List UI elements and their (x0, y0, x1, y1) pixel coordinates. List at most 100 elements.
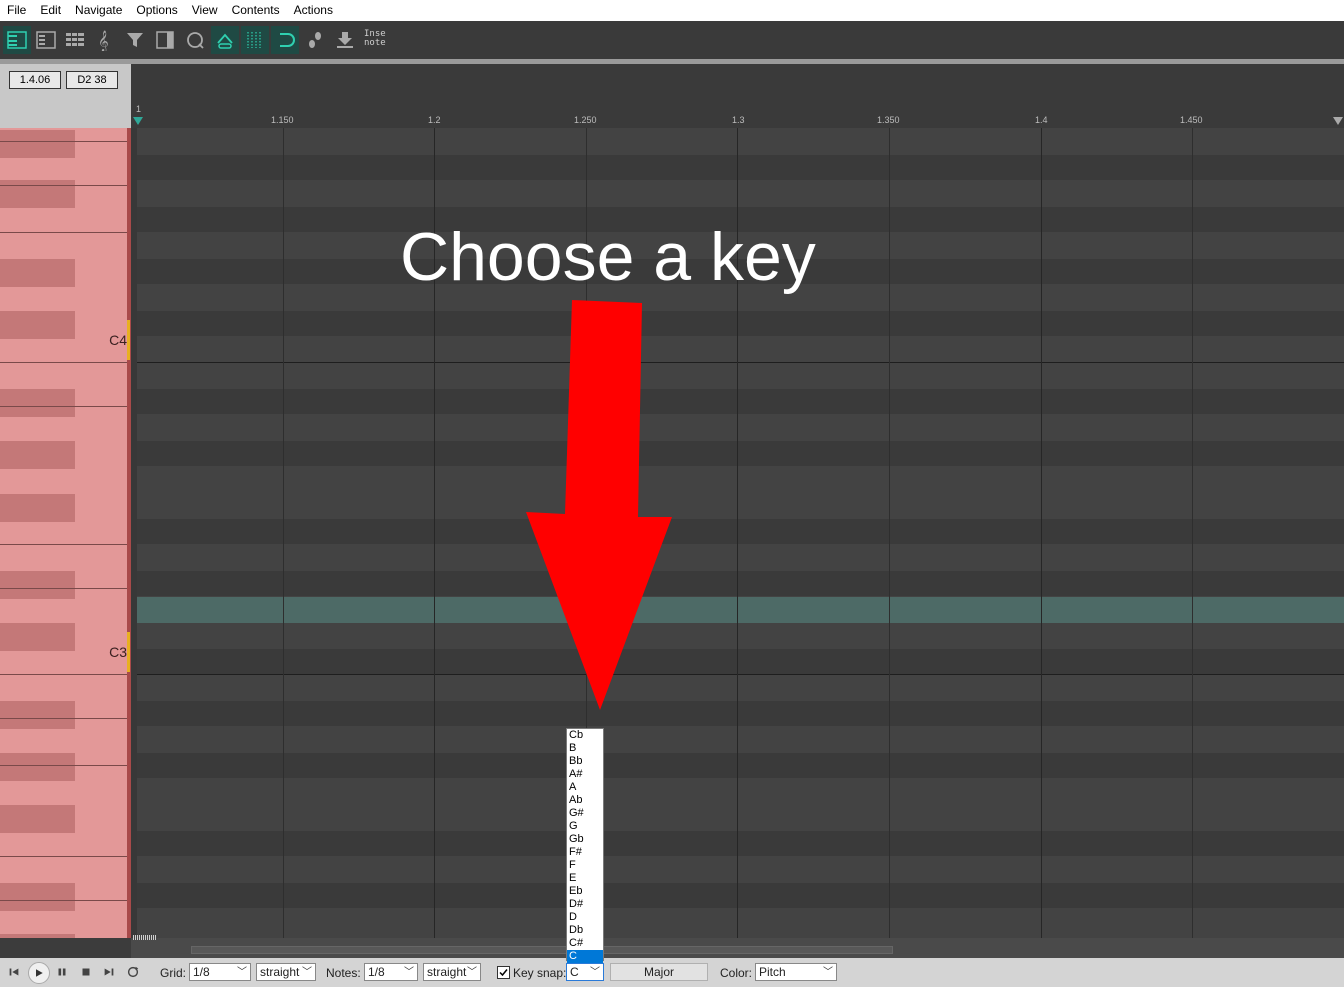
horizontal-scrollbar[interactable] (131, 938, 1344, 958)
black-key[interactable] (0, 389, 75, 417)
insert-note-label: Inse note (364, 30, 386, 48)
ccs-icon[interactable] (181, 26, 209, 54)
ruler-label: 1.450 (1180, 115, 1203, 125)
black-key[interactable] (0, 623, 75, 651)
black-key[interactable] (0, 805, 75, 833)
ruler-label: 1.3 (732, 115, 745, 125)
grid-select-value: 1/8 (193, 965, 210, 979)
pitch-field[interactable]: D2 38 (66, 71, 118, 89)
grid-lines-icon[interactable] (241, 26, 269, 54)
chevron-down-icon: ﹀ (467, 967, 477, 978)
notes-type-select[interactable]: straight ﹀ (423, 963, 481, 981)
key-divider (0, 141, 131, 142)
key-option[interactable]: C# (567, 937, 603, 950)
checkmark-icon (499, 969, 508, 977)
key-option[interactable]: E (567, 872, 603, 885)
key-divider (0, 185, 131, 186)
black-key[interactable] (0, 494, 75, 522)
key-option[interactable]: G (567, 820, 603, 833)
position-field[interactable]: 1.4.06 (9, 71, 61, 89)
ruler-label: 1.2 (428, 115, 441, 125)
key-option[interactable]: Db (567, 924, 603, 937)
scrollbar-thumb[interactable] (191, 946, 893, 954)
repeat-icon[interactable] (125, 964, 141, 980)
black-key[interactable] (0, 311, 75, 339)
grid-select[interactable]: 1/8 ﹀ (189, 963, 251, 981)
black-key[interactable] (0, 701, 75, 729)
snap-to-grid-icon[interactable] (211, 26, 239, 54)
color-label: Color: (720, 966, 753, 980)
key-option[interactable]: Gb (567, 833, 603, 846)
insert-note-line2: note (364, 38, 386, 48)
key-option[interactable]: B (567, 742, 603, 755)
black-key[interactable] (0, 130, 75, 158)
piano-roll-view-icon[interactable] (3, 26, 31, 54)
stop-icon[interactable] (78, 964, 94, 980)
skip-to-start-icon[interactable] (6, 964, 22, 980)
key-option[interactable]: G# (567, 807, 603, 820)
grid-left-margin (131, 128, 137, 938)
event-list-view-icon[interactable] (61, 26, 89, 54)
key-divider (0, 232, 131, 233)
c3-label: C3 (109, 644, 127, 660)
insert-note-icon[interactable] (331, 26, 359, 54)
timeline-ruler[interactable]: 1 1.150 1.2 1.250 1.3 1.350 1.4 1.450 (131, 64, 1344, 129)
key-snap-checkbox[interactable] (497, 966, 510, 979)
menu-actions[interactable]: Actions (287, 0, 340, 21)
key-divider (0, 900, 131, 901)
key-divider (0, 674, 131, 675)
scale-button[interactable]: Major (610, 963, 708, 981)
notes-select[interactable]: 1/8 ﹀ (364, 963, 418, 981)
info-panel: 1.4.06 D2 38 (0, 64, 131, 128)
key-option[interactable]: Cb (567, 729, 603, 742)
pause-icon[interactable] (54, 964, 70, 980)
notation-view-icon[interactable]: 𝄞 (90, 26, 118, 54)
menu-file[interactable]: File (0, 0, 33, 21)
loop-icon[interactable] (271, 26, 299, 54)
key-option-selected[interactable]: C (567, 950, 603, 963)
key-divider (0, 362, 131, 363)
color-mode-select[interactable]: Pitch ﹀ (755, 963, 837, 981)
black-key[interactable] (0, 441, 75, 469)
key-option[interactable]: D (567, 911, 603, 924)
named-notes-view-icon[interactable] (32, 26, 60, 54)
key-option[interactable]: F# (567, 846, 603, 859)
black-key[interactable] (0, 934, 75, 938)
menu-options[interactable]: Options (129, 0, 184, 21)
c3-marker (127, 632, 130, 672)
key-option[interactable]: F (567, 859, 603, 872)
black-key[interactable] (0, 753, 75, 781)
key-option[interactable]: Eb (567, 885, 603, 898)
black-key[interactable] (0, 259, 75, 287)
filter-icon[interactable] (121, 26, 149, 54)
key-option[interactable]: D# (567, 898, 603, 911)
key-divider (0, 718, 131, 719)
black-key[interactable] (0, 571, 75, 599)
key-option[interactable]: A (567, 781, 603, 794)
black-key[interactable] (0, 883, 75, 911)
key-divider (0, 406, 131, 407)
key-option[interactable]: Bb (567, 755, 603, 768)
grid-line (1192, 128, 1193, 938)
key-snap-label: Key snap: (513, 966, 567, 980)
menu-edit[interactable]: Edit (33, 0, 68, 21)
step-input-icon[interactable] (301, 26, 329, 54)
piano-keyboard[interactable]: C4 C3 (0, 128, 131, 938)
media-item-lane-icon[interactable] (151, 26, 179, 54)
menu-bar: File Edit Navigate Options View Contents… (0, 0, 1344, 21)
ruler-label: 1.350 (877, 115, 900, 125)
skip-to-end-icon[interactable] (101, 964, 117, 980)
toolbar: 𝄞 Inse note (0, 21, 1344, 64)
play-icon[interactable] (28, 962, 50, 984)
key-dropdown-list[interactable]: Cb B Bb A# A Ab G# G Gb F# F E Eb D# D D… (566, 728, 604, 963)
key-option[interactable]: A# (567, 768, 603, 781)
cc-lane-resize-handle[interactable] (133, 935, 157, 940)
c4-label: C4 (109, 332, 127, 348)
key-select[interactable]: C ﹀ (566, 963, 604, 981)
grid-type-select[interactable]: straight ﹀ (256, 963, 316, 981)
menu-view[interactable]: View (185, 0, 225, 21)
menu-navigate[interactable]: Navigate (68, 0, 129, 21)
chevron-down-icon: ﹀ (823, 967, 833, 978)
key-option[interactable]: Ab (567, 794, 603, 807)
menu-contents[interactable]: Contents (225, 0, 287, 21)
